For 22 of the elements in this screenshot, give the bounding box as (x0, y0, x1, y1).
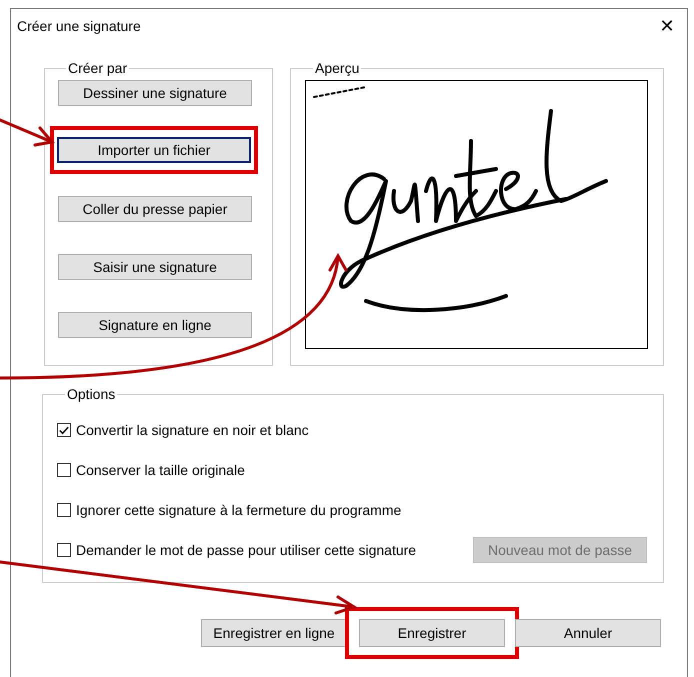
annotation-arrow (0, 118, 55, 146)
option-label: Ignorer cette signature à la fermeture du programme (76, 502, 402, 518)
create-button[interactable]: Saisir une signature (58, 254, 252, 280)
dialog-button[interactable]: Annuler (515, 619, 661, 647)
create-button[interactable]: Signature en ligne (58, 312, 252, 338)
create-button[interactable]: Importer un fichier (57, 137, 251, 163)
checkbox[interactable] (57, 503, 71, 517)
option-label: Conserver la taille originale (76, 462, 245, 478)
dialog-button[interactable]: Enregistrer (359, 619, 505, 647)
group-label: Créer par (67, 60, 128, 76)
checkbox[interactable] (57, 463, 71, 477)
dialog-button[interactable]: Enregistrer en ligne (201, 619, 347, 647)
checkbox[interactable] (57, 543, 71, 557)
checkbox[interactable] (57, 423, 71, 437)
group-label: Aperçu (314, 60, 360, 76)
option-label: Convertir la signature en noir et blanc (76, 422, 309, 438)
create-button[interactable]: Dessiner une signature (58, 80, 252, 106)
close-button[interactable]: ✕ (647, 11, 687, 41)
option-label: Demander le mot de passe pour utiliser cette signature (76, 542, 416, 558)
create-button[interactable]: Coller du presse papier (58, 196, 252, 222)
window-title: Créer une signature (17, 18, 141, 34)
group-label: Options (66, 386, 116, 402)
